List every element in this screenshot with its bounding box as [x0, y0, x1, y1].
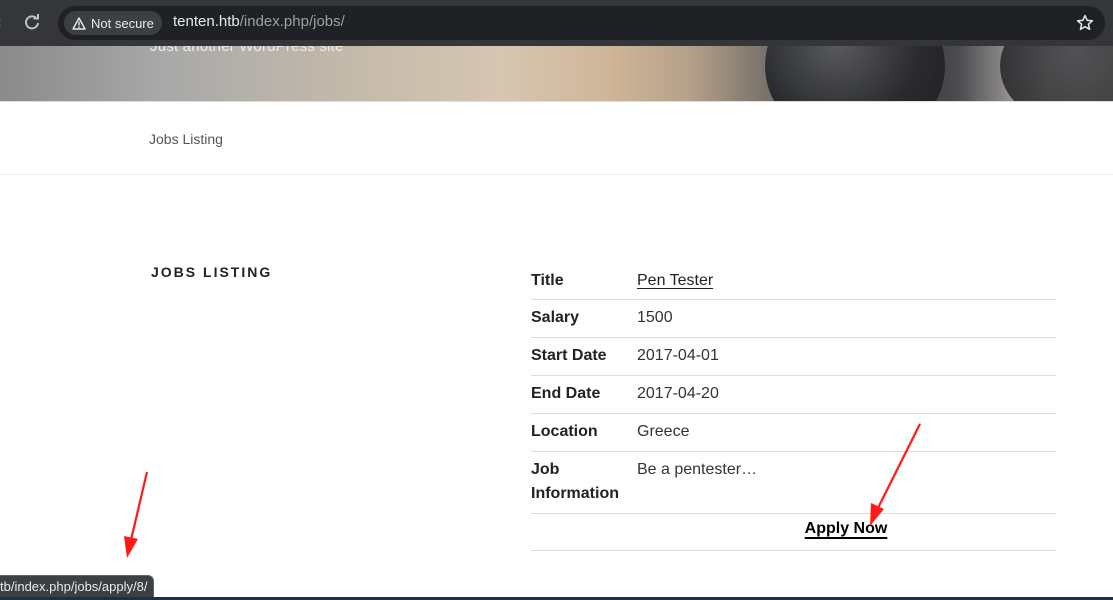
- arrow-to-status-url-icon: [124, 471, 149, 558]
- row-label: Job Information: [531, 458, 637, 513]
- job-details-table: Title Pen Tester Salary 1500 Start Date …: [531, 261, 1056, 551]
- row-label: Salary: [531, 309, 580, 326]
- job-information-value: Be a pentester…: [637, 461, 758, 478]
- header-image: Just another WordPress site: [0, 46, 1113, 102]
- table-row: End Date 2017-04-20: [531, 376, 1056, 414]
- header-image-shape: [765, 46, 945, 102]
- nav-item-jobs-listing[interactable]: Jobs Listing: [149, 131, 223, 147]
- site-tagline: Just another WordPress site: [150, 46, 344, 55]
- apply-now-link[interactable]: Apply Now: [805, 520, 888, 550]
- warning-icon: [72, 16, 86, 30]
- salary-value: 1500: [637, 309, 673, 326]
- location-value: Greece: [637, 423, 690, 440]
- address-bar[interactable]: Not secure tenten.htb/index.php/jobs/: [58, 6, 1105, 40]
- page-title: JOBS LISTING: [151, 264, 273, 280]
- url-text[interactable]: tenten.htb/index.php/jobs/: [173, 13, 345, 30]
- bookmark-star-icon[interactable]: [1075, 13, 1095, 33]
- table-row: Start Date 2017-04-01: [531, 338, 1056, 376]
- job-title-link[interactable]: Pen Tester: [637, 272, 713, 289]
- site-navigation: Jobs Listing: [0, 102, 1113, 175]
- row-label-line: Information: [531, 485, 619, 502]
- header-image-shape: [1000, 46, 1113, 102]
- table-row: Apply Now: [531, 514, 1056, 551]
- row-label: End Date: [531, 385, 601, 402]
- table-row: Salary 1500: [531, 300, 1056, 338]
- table-row: Job Information Be a pentester…: [531, 452, 1056, 514]
- reload-icon[interactable]: [21, 11, 43, 33]
- row-label: Start Date: [531, 347, 607, 364]
- end-date-value: 2017-04-20: [637, 385, 719, 402]
- url-path: /index.php/jobs/: [239, 13, 345, 30]
- table-row: Location Greece: [531, 414, 1056, 452]
- row-label-line: Job: [531, 461, 560, 478]
- link-status-bar: tb/index.php/jobs/apply/8/: [0, 575, 155, 599]
- security-label: Not secure: [91, 15, 154, 31]
- row-label: Title: [531, 272, 564, 289]
- back-icon[interactable]: ‹: [0, 14, 6, 32]
- start-date-value: 2017-04-01: [637, 347, 719, 364]
- browser-toolbar: ‹ Not secure tenten.htb/index.php/jobs/: [0, 0, 1113, 46]
- table-row: Title Pen Tester: [531, 261, 1056, 300]
- row-label: Location: [531, 423, 598, 440]
- url-host: tenten.htb: [173, 13, 240, 30]
- security-chip[interactable]: Not secure: [64, 11, 162, 35]
